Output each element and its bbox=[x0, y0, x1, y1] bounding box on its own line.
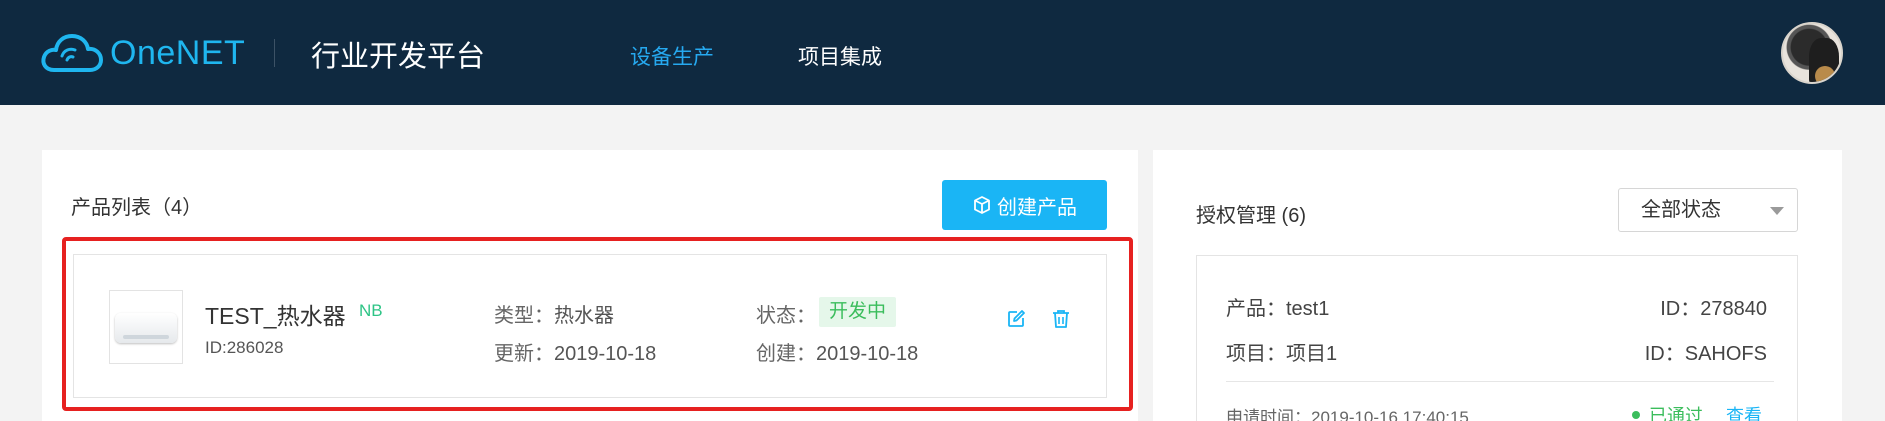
nav-item-device-production[interactable]: 设备生产 bbox=[630, 41, 714, 71]
platform-title: 行业开发平台 bbox=[311, 41, 486, 73]
product-updated: 更新：2019-10-18 bbox=[494, 337, 656, 366]
status-label: 状态： bbox=[756, 305, 816, 327]
nav-item-project-integration[interactable]: 项目集成 bbox=[798, 41, 882, 71]
status-filter-select[interactable]: 全部状态 bbox=[1618, 188, 1798, 232]
product-list-title: 产品列表（4） bbox=[71, 197, 203, 219]
status-dot-icon bbox=[1632, 411, 1640, 419]
updated-value: 2019-10-18 bbox=[554, 343, 657, 365]
created-label: 创建： bbox=[756, 343, 816, 365]
product-name[interactable]: TEST_热水器 bbox=[205, 297, 346, 331]
water-heater-image bbox=[115, 313, 177, 343]
auth-status-text: 已通过 bbox=[1649, 406, 1703, 421]
product-type: 类型：热水器 bbox=[494, 299, 614, 328]
auth-apply-time: 申请时间：2019-10-16 17:40:15 bbox=[1226, 408, 1469, 421]
authorization-title: 授权管理 (6) bbox=[1196, 205, 1306, 227]
user-avatar[interactable] bbox=[1781, 22, 1843, 84]
created-value: 2019-10-18 bbox=[816, 343, 919, 365]
status-badge: 开发中 bbox=[819, 297, 897, 327]
product-created: 创建：2019-10-18 bbox=[756, 337, 918, 366]
network-tag: NB bbox=[359, 301, 383, 320]
updated-label: 更新： bbox=[494, 343, 554, 365]
authorization-panel: 授权管理 (6) 全部状态 产品：test1 ID：278840 项目：项目1 … bbox=[1153, 150, 1842, 421]
type-value: 热水器 bbox=[554, 305, 614, 327]
header-divider bbox=[274, 39, 275, 67]
product-id: ID:286028 bbox=[205, 338, 284, 357]
authorization-card: 产品：test1 ID：278840 项目：项目1 ID：SAHOFS 申请时间… bbox=[1196, 255, 1798, 421]
avatar-pet bbox=[1815, 66, 1835, 82]
product-card[interactable]: TEST_热水器 NB ID:286028 类型：热水器 更新：2019-10-… bbox=[73, 254, 1107, 398]
onenet-logo[interactable]: OneNET bbox=[40, 30, 245, 76]
auth-project-id: ID：SAHOFS bbox=[1644, 343, 1767, 365]
auth-status: 已通过 bbox=[1632, 402, 1703, 421]
auth-divider bbox=[1226, 381, 1774, 382]
status-filter-value: 全部状态 bbox=[1641, 199, 1721, 221]
chevron-down-icon bbox=[1770, 207, 1784, 215]
cube-icon bbox=[974, 196, 990, 214]
auth-product-id: ID：278840 bbox=[1660, 298, 1767, 320]
product-status: 状态： bbox=[756, 299, 816, 328]
top-navbar: OneNET 行业开发平台 设备生产 项目集成 bbox=[0, 0, 1885, 105]
auth-product: 产品：test1 bbox=[1226, 298, 1330, 320]
delete-icon[interactable] bbox=[1050, 308, 1072, 330]
logo-text: OneNET bbox=[110, 33, 246, 72]
auth-project: 项目：项目1 bbox=[1226, 343, 1338, 365]
view-link[interactable]: 查看 bbox=[1726, 402, 1762, 421]
product-thumbnail bbox=[109, 290, 183, 364]
edit-icon[interactable] bbox=[1005, 308, 1027, 330]
create-product-button[interactable]: 创建产品 bbox=[942, 180, 1107, 230]
type-label: 类型： bbox=[494, 305, 554, 327]
create-product-label: 创建产品 bbox=[997, 196, 1077, 219]
cloud-logo-icon bbox=[41, 34, 103, 72]
